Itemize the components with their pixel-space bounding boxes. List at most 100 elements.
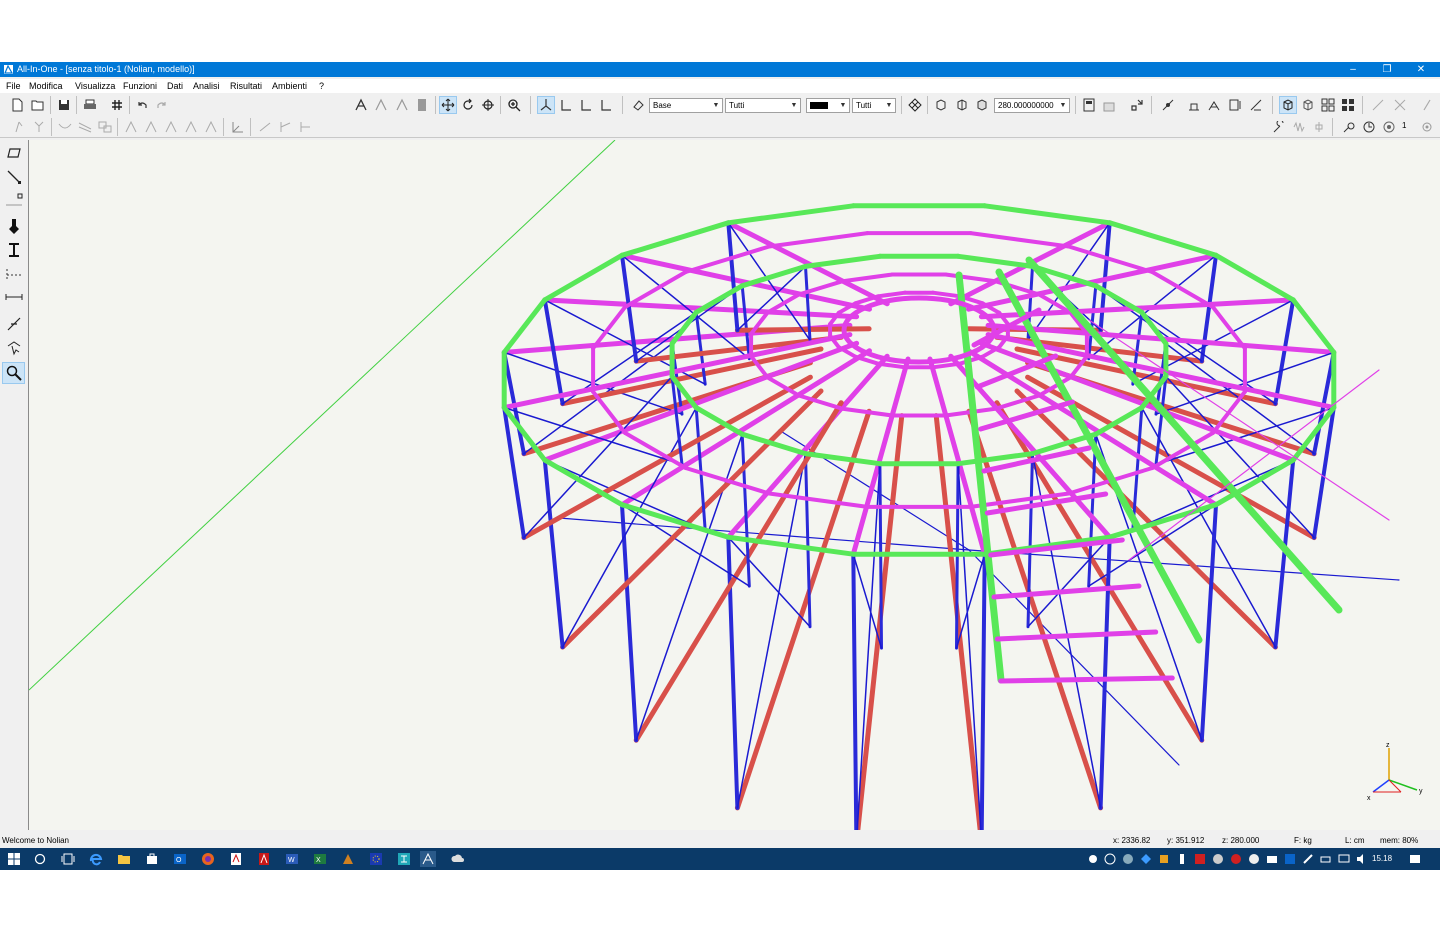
menu-visualizza[interactable]: Visualizza [75,80,115,92]
hinge-button[interactable] [1340,118,1358,136]
tray-acrobat-icon[interactable] [1230,853,1242,865]
tray-globe-icon[interactable] [1122,853,1134,865]
rotate-button[interactable] [459,96,477,114]
axes-tool-button[interactable] [229,118,247,136]
taskbar-word[interactable]: W [284,851,300,867]
taskbar-app-3[interactable] [396,851,412,867]
view-solid-button[interactable] [1279,96,1297,114]
taskbar-edge[interactable] [88,851,104,867]
pen-button[interactable] [1418,96,1436,114]
calculator-button[interactable] [1080,96,1098,114]
plane-tool[interactable] [2,142,25,164]
tray-battery-icon[interactable] [1320,853,1332,865]
close-button[interactable]: ✕ [1404,62,1438,77]
pan-button[interactable] [439,96,457,114]
tray-network-icon[interactable] [1212,853,1224,865]
eraser-button[interactable] [629,96,647,114]
trim-tool-button[interactable] [276,118,294,136]
extend-tool-button[interactable] [296,118,314,136]
tray-shield-icon[interactable] [1158,853,1170,865]
orbit-button[interactable] [479,96,497,114]
export-button[interactable] [1128,96,1146,114]
measure-tool-button[interactable] [1247,96,1265,114]
node-tool-button[interactable] [1159,96,1177,114]
menu-ambienti[interactable]: Ambienti [272,80,307,92]
taskbar-acrobat[interactable] [228,851,244,867]
taskbar-outlook[interactable]: O [172,851,188,867]
probe-button[interactable] [1270,118,1288,136]
view-wire-button[interactable] [1299,96,1317,114]
split-button[interactable] [1369,96,1387,114]
solid-view-button[interactable] [932,96,950,114]
taskbar-excel[interactable]: X [312,851,328,867]
filter-select[interactable]: Tutti ▼ [725,98,801,113]
view-xy-button[interactable] [597,96,615,114]
select-tool[interactable] [2,337,25,359]
filter2-select[interactable]: Tutti ▼ [852,98,896,113]
search-button[interactable] [32,851,48,867]
print-button[interactable] [81,96,99,114]
tray-outlook-icon[interactable] [1284,853,1296,865]
node-xyz-tool[interactable] [2,190,25,212]
array-tool-button[interactable] [202,118,220,136]
view-tiles-button[interactable] [1339,96,1357,114]
spring-button[interactable] [1290,118,1308,136]
tray-tools-icon[interactable] [1302,853,1314,865]
taskbar-autocad[interactable] [256,851,272,867]
task-view-button[interactable] [60,851,76,867]
number-field[interactable]: 280.000000000 ▼ [994,98,1070,113]
modify-tool-button[interactable] [10,118,28,136]
damper-button[interactable] [1310,118,1328,136]
taskbar-firefox[interactable] [200,851,216,867]
color-select[interactable]: ▼ [806,98,850,113]
restore-button[interactable]: ❐ [1370,62,1404,77]
taskbar-store[interactable] [144,851,160,867]
notification-icon[interactable] [1409,853,1421,865]
tray-usb-icon[interactable] [1176,853,1188,865]
tray-mail-icon[interactable] [1266,853,1278,865]
load-tool[interactable] [2,215,25,237]
link-tool-button[interactable] [256,118,274,136]
extrude-tool-button[interactable] [182,118,200,136]
tray-cloud-icon[interactable] [1248,853,1260,865]
mesh-button[interactable] [906,96,924,114]
taskbar-app-2[interactable] [368,851,384,867]
view-xz-button[interactable] [577,96,595,114]
tray-volume-icon[interactable] [1356,853,1368,865]
layer-count-button[interactable] [1380,118,1398,136]
rotate-copy-button[interactable] [142,118,160,136]
save-button[interactable] [55,96,73,114]
menu-help[interactable]: ? [319,80,324,92]
span-tool[interactable] [2,288,25,310]
tray-mcafee-icon[interactable] [1194,853,1206,865]
layers-button[interactable] [413,96,431,114]
load-tool-button[interactable] [1226,96,1244,114]
taskbar-app-4[interactable] [450,851,466,867]
dimension-tool[interactable] [2,264,25,286]
menu-risultati[interactable]: Risultati [230,80,262,92]
taskbar-clock[interactable]: 15.18 [1372,848,1392,870]
taskbar-nolian[interactable] [420,851,436,867]
branch-tool-button[interactable] [30,118,48,136]
redo-button[interactable] [153,96,171,114]
command-button[interactable] [108,96,126,114]
tray-gear-icon[interactable] [1087,853,1099,865]
nodes-view-button[interactable] [372,96,390,114]
wire-view-button[interactable] [953,96,971,114]
menu-funzioni[interactable]: Funzioni [123,80,157,92]
structure-view-button[interactable] [352,96,370,114]
brace-tool[interactable] [2,313,25,335]
clock-tool-button[interactable] [1360,118,1378,136]
tray-monitor-icon[interactable] [1338,853,1350,865]
view-yz-button[interactable] [557,96,575,114]
taskbar-app-1[interactable] [340,851,356,867]
menu-file[interactable]: File [6,80,21,92]
model-viewport[interactable]: z x y [28,140,1440,830]
tray-sync-icon[interactable] [1104,853,1116,865]
elements-view-button[interactable] [393,96,411,114]
minimize-button[interactable]: ‒ [1336,62,1370,77]
beam-tool-button[interactable] [1205,96,1223,114]
menu-modifica[interactable]: Modifica [29,80,63,92]
menu-dati[interactable]: Dati [167,80,183,92]
new-file-button[interactable] [8,96,26,114]
